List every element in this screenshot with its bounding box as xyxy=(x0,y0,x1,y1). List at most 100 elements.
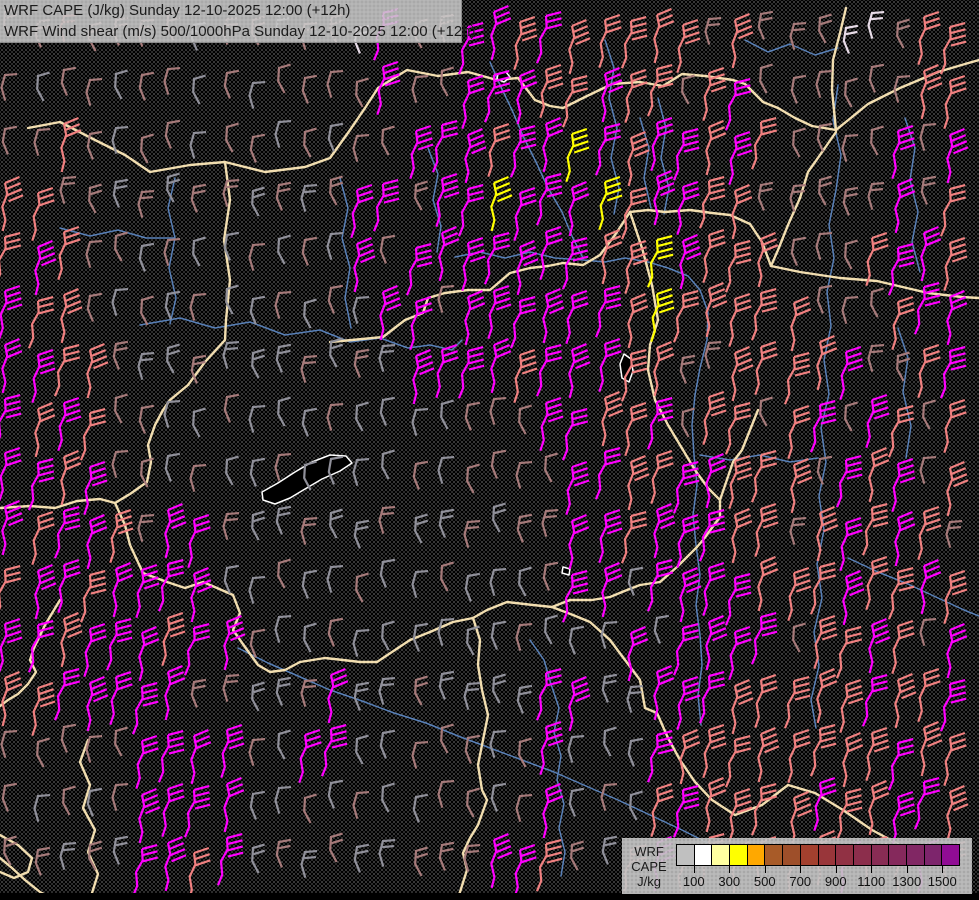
wind-barb xyxy=(381,620,395,651)
wind-barb xyxy=(539,225,563,281)
wind-barb xyxy=(568,342,591,399)
wind-barb xyxy=(920,720,943,777)
wind-barb xyxy=(570,840,585,871)
wind-barb xyxy=(355,77,369,108)
wind-barb xyxy=(0,446,22,502)
wind-barb xyxy=(114,231,128,262)
wind-barb xyxy=(60,449,82,506)
wind-barb xyxy=(489,396,507,425)
wind-barb xyxy=(835,625,863,679)
wind-barb xyxy=(679,728,701,785)
wind-barb xyxy=(568,18,591,75)
title-line-cape: WRF CAPE (J/kg) Sunday 12-10-2025 12:00 … xyxy=(4,2,351,19)
wind-barb xyxy=(277,558,291,589)
wind-barb xyxy=(790,295,812,352)
colorbar-cell xyxy=(836,845,854,865)
wind-barb xyxy=(650,449,674,505)
wind-barb xyxy=(216,832,244,886)
wind-barb xyxy=(274,614,292,643)
wind-barb xyxy=(34,401,56,458)
wind-barb xyxy=(412,348,435,405)
wind-barb xyxy=(653,169,676,226)
wind-barb xyxy=(438,670,455,700)
wind-barb xyxy=(411,74,429,103)
wind-barb xyxy=(300,516,318,545)
wind-barb xyxy=(303,622,317,653)
wind-barb xyxy=(353,519,370,549)
wind-barb xyxy=(190,678,207,708)
wind-barb xyxy=(646,234,674,288)
wind-barb xyxy=(750,287,778,341)
wind-barb xyxy=(867,343,885,372)
wind-barb xyxy=(867,10,885,39)
wind-barb xyxy=(248,242,266,271)
country-border xyxy=(375,600,902,847)
wind-barb xyxy=(114,393,128,424)
wind-barb xyxy=(303,298,317,329)
wind-barb xyxy=(815,231,833,260)
wind-barb xyxy=(300,183,318,212)
wind-barb xyxy=(138,404,155,434)
wind-barb xyxy=(414,675,429,706)
wind-barb xyxy=(490,337,512,394)
colorbar-tick-label: 500 xyxy=(753,874,776,889)
wind-barb xyxy=(841,295,859,324)
wind-barb xyxy=(844,77,858,108)
wind-barb xyxy=(0,729,18,758)
wind-barb xyxy=(568,625,585,655)
wind-barb xyxy=(913,281,941,335)
wind-barb xyxy=(60,116,82,173)
wind-barb xyxy=(461,236,486,292)
colorbar-tick xyxy=(835,866,837,873)
wind-barb xyxy=(679,566,702,623)
wind-barb xyxy=(539,720,564,776)
wind-barb xyxy=(248,737,266,766)
wind-barb xyxy=(861,673,889,727)
wind-barb xyxy=(31,186,55,242)
wind-barb xyxy=(378,676,396,705)
wind-barb xyxy=(464,572,481,602)
wind-barb xyxy=(568,787,585,817)
lake xyxy=(261,454,353,505)
colorbar-cell xyxy=(712,845,731,865)
wind-barb xyxy=(750,611,778,665)
wind-barb xyxy=(379,729,396,759)
wind-barb xyxy=(379,558,396,588)
wind-barb xyxy=(461,74,485,130)
wind-barb xyxy=(946,460,969,517)
wind-barb xyxy=(414,180,429,211)
wind-barb xyxy=(868,779,890,836)
wind-barb xyxy=(653,502,676,559)
wind-barb xyxy=(190,566,213,623)
wind-barb xyxy=(0,393,22,447)
wind-barb xyxy=(31,348,56,404)
wind-barb xyxy=(757,726,780,783)
wind-barb xyxy=(842,24,859,54)
wind-barb xyxy=(750,782,778,836)
wind-barb xyxy=(790,74,807,104)
wind-barb xyxy=(112,178,129,208)
country-border xyxy=(834,58,979,132)
wind-barb xyxy=(164,835,187,892)
wind-barb xyxy=(248,80,266,109)
wind-barb xyxy=(251,843,266,874)
wind-barb xyxy=(326,564,344,593)
wind-barb xyxy=(33,127,51,156)
colorbar-wrap: 100 300 500 700 900 1100 1300 1500 xyxy=(676,844,960,894)
wind-barb xyxy=(565,289,589,345)
colorbar-tick-label: 300 xyxy=(718,874,741,889)
legend-label: WRF CAPE J/kg xyxy=(622,838,676,889)
wind-barb xyxy=(1,499,24,556)
wind-barb xyxy=(83,622,107,678)
colorbar-cell xyxy=(747,845,766,865)
wind-barb xyxy=(411,407,429,436)
wind-barb xyxy=(620,186,648,240)
wind-barb xyxy=(275,838,292,868)
wind-barb xyxy=(190,728,212,785)
wind-barb xyxy=(86,675,109,732)
wind-barb xyxy=(192,236,206,267)
wind-barb xyxy=(275,505,292,535)
wind-barb xyxy=(679,233,702,290)
wind-barb xyxy=(943,398,967,454)
wind-barb xyxy=(0,231,22,285)
